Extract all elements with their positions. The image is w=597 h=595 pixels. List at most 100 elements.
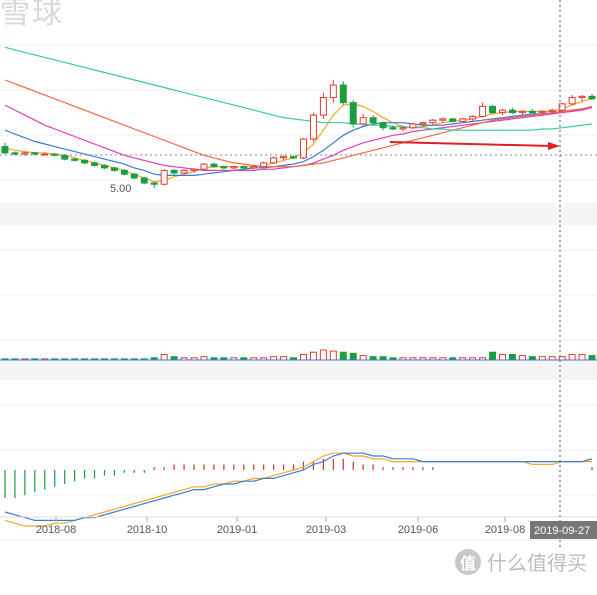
candle-body xyxy=(568,97,576,105)
volume-bar xyxy=(578,353,586,361)
candle xyxy=(130,172,138,180)
volume-bar xyxy=(309,351,317,361)
candle-body xyxy=(31,152,39,155)
cursor-date-label: 2019-09-27 xyxy=(534,525,590,537)
candle-body xyxy=(319,97,327,116)
candle xyxy=(220,165,228,170)
candle-body xyxy=(71,158,79,161)
candle-body xyxy=(130,173,138,179)
candle xyxy=(200,162,208,171)
candle-body xyxy=(429,119,437,124)
ma-line-3 xyxy=(4,104,593,171)
x-tick-label: 2018-08 xyxy=(36,524,76,536)
candle-body xyxy=(280,156,288,159)
ma-line-4 xyxy=(4,79,593,168)
candle-body xyxy=(11,152,19,155)
candle xyxy=(319,92,327,119)
candle-body xyxy=(21,152,29,155)
candle-body xyxy=(379,122,387,129)
stock-chart[interactable]: 雪球 5.00 2018-08 2018-10 2019-01 2019-03 2019… xyxy=(0,0,597,590)
candle-body xyxy=(399,127,407,130)
volume-bar xyxy=(489,351,497,361)
candle-body xyxy=(260,162,268,168)
candle-body xyxy=(449,118,457,122)
candle-body xyxy=(369,117,377,124)
candle-body xyxy=(100,164,108,169)
watermark-bottom: 值 什么值得买 xyxy=(455,547,587,576)
candle xyxy=(489,105,497,114)
candle xyxy=(270,156,278,165)
macd-dif-line xyxy=(4,452,592,527)
x-tick-label: 2019-06 xyxy=(398,524,438,536)
candle xyxy=(120,169,128,176)
candle xyxy=(528,108,536,114)
candle xyxy=(508,107,516,114)
volume-bar xyxy=(329,350,337,361)
candle xyxy=(339,81,347,106)
candle xyxy=(409,122,417,129)
volume-bar xyxy=(568,353,576,361)
candle xyxy=(230,165,238,170)
volume-bar xyxy=(160,353,168,361)
candle-body xyxy=(489,105,497,114)
candle-body xyxy=(220,166,228,169)
candle-body xyxy=(349,102,357,125)
candle xyxy=(469,115,477,122)
moving-averages xyxy=(4,46,593,183)
volume-bar xyxy=(498,353,506,361)
candle-body xyxy=(200,163,208,170)
panel-separator-2 xyxy=(0,358,597,380)
candle-body xyxy=(409,123,417,129)
candle-body xyxy=(180,169,188,174)
candle-body xyxy=(210,163,218,168)
volume-bar xyxy=(349,352,357,361)
volume-bar xyxy=(339,351,347,361)
x-tick-label: 2019-01 xyxy=(217,524,257,536)
watermark-top: 雪球 xyxy=(0,0,64,31)
panel-separator-1 xyxy=(0,203,597,225)
chart-canvas[interactable]: 5.00 2018-08 2018-10 2019-01 2019-03 2019-06… xyxy=(0,0,597,590)
candle xyxy=(588,93,596,101)
candle-body xyxy=(548,109,556,112)
x-tick-label: 2019-03 xyxy=(306,524,346,536)
candle xyxy=(498,108,506,116)
candles xyxy=(1,80,596,188)
candle-body xyxy=(329,84,337,99)
candle-body xyxy=(309,114,317,140)
candle-body xyxy=(160,169,168,185)
candle-body xyxy=(170,169,178,174)
macd-dea-line xyxy=(4,452,593,522)
watermark-logo-icon: 值 xyxy=(455,548,481,575)
candle-body xyxy=(120,169,128,175)
candle-body xyxy=(91,162,99,166)
candle xyxy=(299,137,307,160)
candle-body xyxy=(250,166,258,169)
candle xyxy=(260,161,268,168)
candle xyxy=(140,176,148,185)
volume-bar xyxy=(299,353,307,361)
candle-body xyxy=(578,95,586,99)
candle-body xyxy=(469,115,477,120)
candle-body xyxy=(439,118,447,121)
candle-body xyxy=(419,122,427,125)
candle-body xyxy=(528,110,536,114)
x-tick-label: 2018-10 xyxy=(127,524,167,536)
candle xyxy=(1,142,9,155)
candle-body xyxy=(140,177,148,184)
candle xyxy=(11,151,19,156)
candle-body xyxy=(389,127,397,130)
candle-body xyxy=(538,110,546,114)
candle xyxy=(170,169,178,176)
watermark-bottom-text: 什么值得买 xyxy=(487,551,587,575)
candle xyxy=(379,121,387,131)
candle xyxy=(329,80,337,103)
macd-panel xyxy=(4,452,593,527)
candle-body xyxy=(150,182,158,185)
x-tick-label: 2019-08 xyxy=(485,524,525,536)
x-axis: 2018-08 2018-10 2019-01 2019-03 2019-06 2019-… xyxy=(0,516,597,536)
candle xyxy=(568,95,576,106)
candle xyxy=(309,112,317,142)
volume-bar xyxy=(508,353,516,361)
volume-bar xyxy=(588,355,596,361)
candle-body xyxy=(61,154,69,160)
